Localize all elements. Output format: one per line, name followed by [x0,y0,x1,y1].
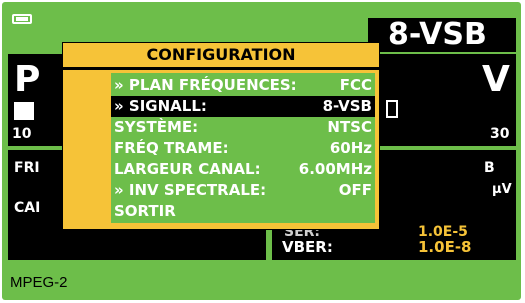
menu-item-label: » INV SPECTRALE: [114,181,267,199]
b-fragment: B [484,160,495,176]
popup-title: CONFIGURATION [146,45,296,64]
popup-title-divider [63,67,379,70]
menu-item-label: » PLAN FRÉQUENCES: [114,76,297,94]
configuration-menu: » PLAN FRÉQUENCES: FCC » SIGNALL: 8-VSB … [111,73,375,223]
menu-item-label: SORTIR [114,202,176,220]
vber-value: 1.0E-8 [418,238,472,256]
menu-item-frame-rate[interactable]: FRÉQ TRAME: 60Hz [111,138,375,159]
menu-item-spectral-inversion[interactable]: » INV SPECTRALE: OFF [111,180,375,201]
vber-label: VBER: [282,238,333,256]
battery-icon [12,14,32,24]
bar-marker-left [14,102,34,120]
menu-item-value: 60Hz [329,139,372,157]
menu-item-frequency-plan[interactable]: » PLAN FRÉQUENCES: FCC [111,75,375,96]
configuration-popup: CONFIGURATION » PLAN FRÉQUENCES: FCC » S… [62,42,380,230]
scale-right: 30 [490,126,510,142]
big-v-fragment: V [482,59,510,100]
modulation-box: 8-VSB [368,17,516,52]
menu-item-value: FCC [339,76,372,94]
bar-marker-right [386,100,398,118]
device-frame: 8-VSB P V 10 30 FRI CAI B µV SER: 1.0E-5… [0,0,525,303]
menu-item-label: FRÉQ TRAME: [114,139,229,157]
modulation-label: 8-VSB [388,17,487,52]
menu-item-value: NTSC [327,118,372,136]
scale-left: 10 [12,126,32,142]
channel-fragment: CAI [14,200,41,216]
uv-fragment: µV [492,182,512,197]
footer-label: MPEG-2 [10,274,68,291]
menu-item-label: SYSTÈME: [114,118,199,136]
menu-item-value: 8-VSB [322,97,372,115]
menu-item-system[interactable]: SYSTÈME: NTSC [111,117,375,138]
menu-item-exit[interactable]: SORTIR [111,201,375,222]
freq-fragment: FRI [14,160,40,176]
menu-item-label: » SIGNALL: [114,97,207,115]
menu-item-signal[interactable]: » SIGNALL: 8-VSB [111,96,375,117]
menu-item-label: LARGEUR CANAL: [114,160,261,178]
big-p-fragment: P [14,59,41,100]
menu-item-value: OFF [338,181,372,199]
menu-item-value: 6.00MHz [298,160,372,178]
analyzer-screen: 8-VSB P V 10 30 FRI CAI B µV SER: 1.0E-5… [2,2,521,300]
menu-item-channel-width[interactable]: LARGEUR CANAL: 6.00MHz [111,159,375,180]
